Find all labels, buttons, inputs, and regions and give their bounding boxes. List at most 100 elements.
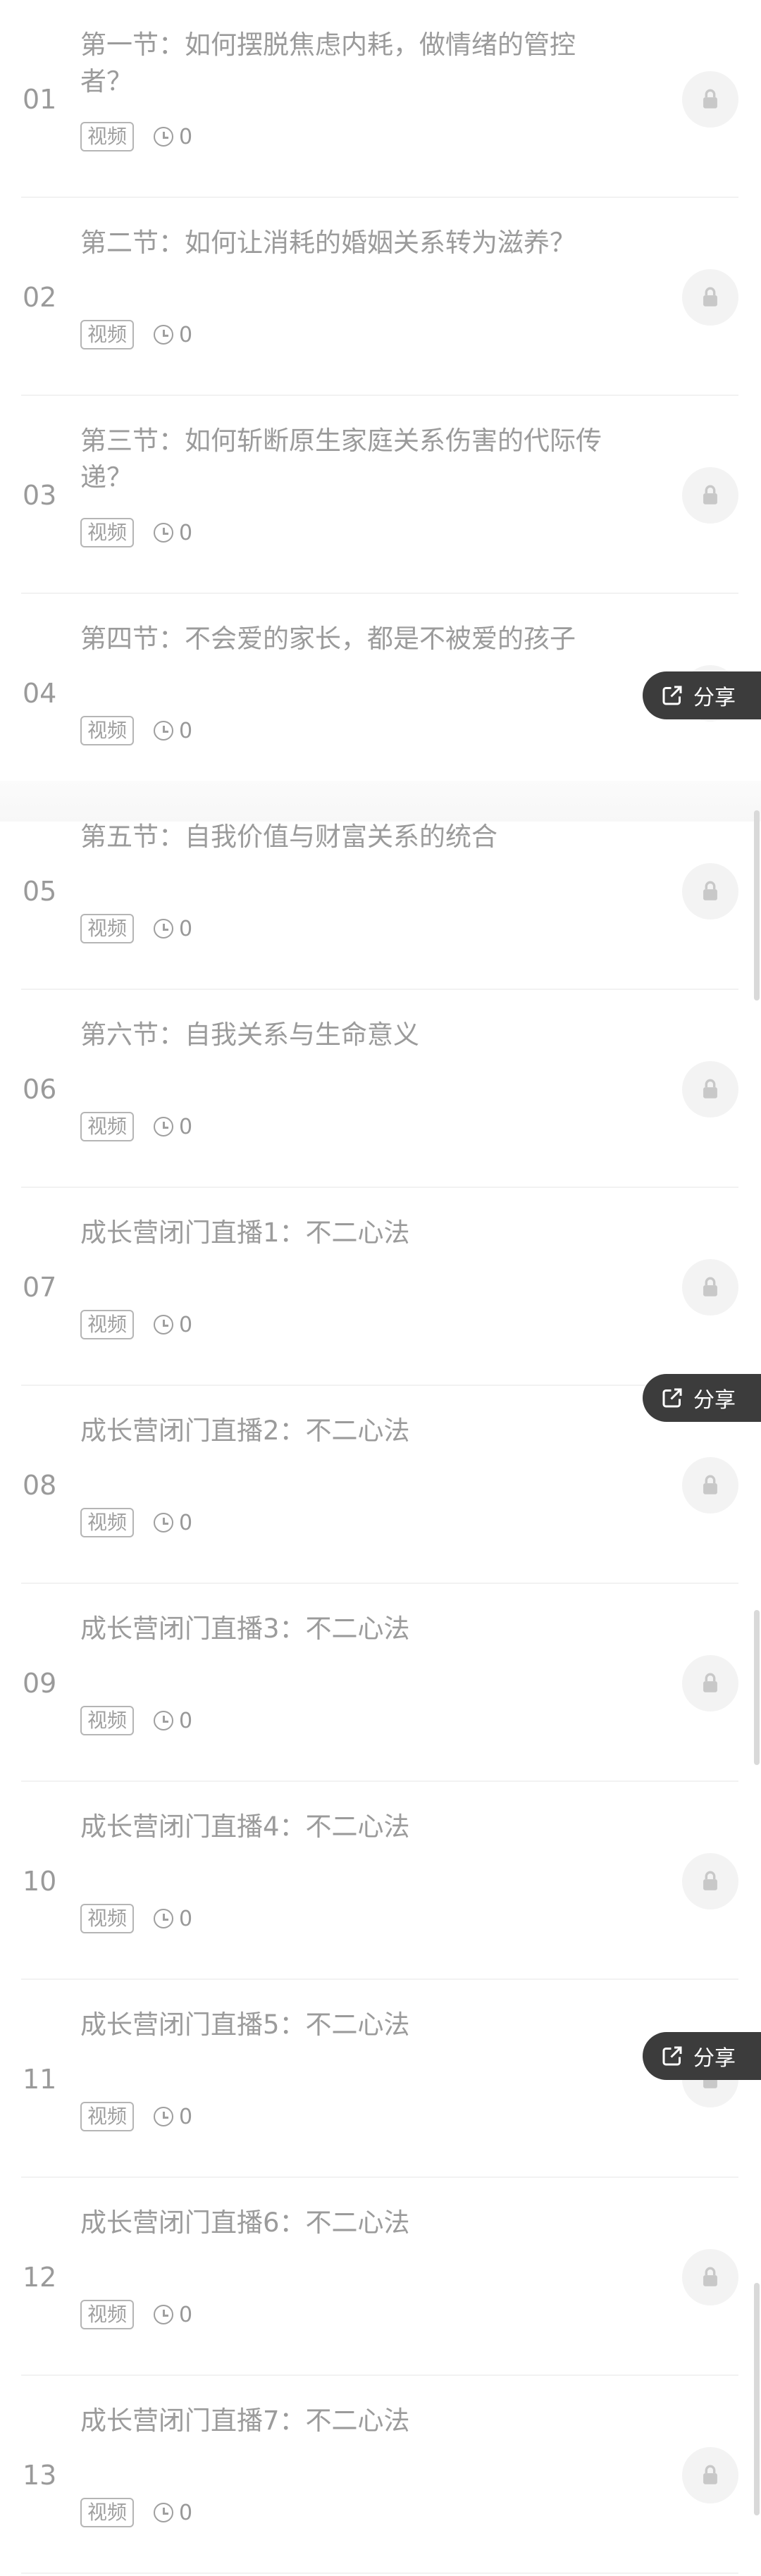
lock-button[interactable] [682, 2446, 738, 2503]
scrollbar[interactable] [754, 2283, 760, 2515]
lesson-row[interactable]: 12 成长营闭门直播6：不二心法 视频 0 [0, 2178, 761, 2376]
lesson-title: 成长营闭门直播7：不二心法 [80, 2405, 410, 2436]
lesson-number: 07 [23, 1271, 57, 1303]
lock-button[interactable] [682, 1456, 738, 1513]
lock-button[interactable] [682, 268, 738, 326]
lesson-number: 12 [23, 2261, 57, 2293]
lesson-meta: 视频 0 [80, 2300, 192, 2329]
scrollbar[interactable] [754, 1610, 760, 1765]
lesson-row[interactable]: 10 成长营闭门直播4：不二心法 视频 0 [0, 1782, 761, 1980]
lesson-title: 第四节：不会爱的家长，都是不被爱的孩子 [80, 624, 576, 654]
lock-icon [703, 89, 717, 109]
view-count-value: 0 [179, 1906, 193, 1931]
lesson-meta: 视频 0 [80, 2102, 192, 2131]
row-divider [21, 2572, 738, 2574]
video-badge: 视频 [80, 1706, 135, 1735]
view-count-value: 0 [179, 1708, 193, 1733]
lesson-number: 05 [23, 875, 57, 907]
video-badge: 视频 [80, 1112, 135, 1141]
lock-icon [703, 1079, 717, 1098]
video-badge: 视频 [80, 1310, 135, 1339]
view-count-value: 0 [179, 2500, 193, 2525]
lesson-title: 成长营闭门直播6：不二心法 [80, 2207, 410, 2238]
lock-button[interactable] [682, 1654, 738, 1711]
lock-button[interactable] [682, 2248, 738, 2305]
video-badge: 视频 [80, 2498, 135, 2527]
lesson-row[interactable]: 08 成长营闭门直播2：不二心法 视频 0 [0, 1386, 761, 1584]
lesson-title: 第五节：自我价值与财富关系的统合 [80, 822, 497, 852]
lock-button[interactable] [682, 862, 738, 919]
clock-icon [154, 1315, 174, 1335]
lock-button[interactable] [682, 466, 738, 524]
view-count: 0 [154, 719, 192, 743]
share-icon [662, 2046, 682, 2066]
lesson-title: 第六节：自我关系与生命意义 [80, 1020, 419, 1050]
view-count-value: 0 [179, 2302, 193, 2327]
lesson-meta: 视频 0 [80, 1112, 192, 1141]
lesson-row[interactable]: 03 第三节：如何斩断原生家庭关系伤害的代际传递？ 视频 0 [0, 396, 761, 594]
share-icon [662, 686, 682, 705]
view-count-value: 0 [179, 2104, 193, 2129]
lesson-row[interactable]: 11 成长营闭门直播5：不二心法 视频 0 [0, 1980, 761, 2178]
view-count: 0 [154, 2501, 192, 2525]
share-label: 分享 [693, 1388, 736, 1413]
lesson-number: 06 [23, 1073, 57, 1105]
lock-button[interactable] [682, 1258, 738, 1315]
video-badge: 视频 [80, 320, 135, 349]
lesson-number: 02 [23, 281, 57, 313]
video-badge: 视频 [80, 2300, 135, 2329]
lock-button[interactable] [682, 1060, 738, 1117]
lesson-number: 04 [23, 677, 57, 709]
lesson-title: 第一节：如何摆脱焦虑内耗，做情绪的管控者？ [80, 30, 576, 97]
share-button[interactable]: 分享 [643, 1374, 761, 1422]
clock-icon [154, 2503, 174, 2522]
lesson-number: 10 [23, 1865, 57, 1897]
video-badge: 视频 [80, 716, 135, 745]
video-badge: 视频 [80, 1904, 135, 1933]
clock-icon [154, 1513, 174, 1532]
view-count: 0 [154, 1511, 192, 1535]
lesson-title: 成长营闭门直播4：不二心法 [80, 1812, 410, 1842]
lesson-number: 09 [23, 1667, 57, 1699]
lesson-row[interactable]: 09 成长营闭门直播3：不二心法 视频 0 [0, 1584, 761, 1782]
view-count: 0 [154, 125, 192, 149]
lesson-title: 成长营闭门直播1：不二心法 [80, 1218, 410, 1248]
lock-icon [703, 1277, 717, 1296]
lesson-row[interactable]: 05 第五节：自我价值与财富关系的统合 视频 0 [0, 792, 761, 990]
lesson-row[interactable]: 01 第一节：如何摆脱焦虑内耗，做情绪的管控者？ 视频 0 [0, 0, 761, 198]
lock-icon [703, 485, 717, 504]
lesson-meta: 视频 0 [80, 122, 192, 151]
video-badge: 视频 [80, 122, 135, 151]
lock-button[interactable] [682, 70, 738, 128]
lesson-meta: 视频 0 [80, 1508, 192, 1537]
lesson-number: 11 [23, 2063, 57, 2095]
view-count-value: 0 [179, 718, 193, 743]
clock-icon [154, 919, 174, 939]
share-icon [662, 1388, 682, 1408]
lesson-number: 03 [23, 479, 57, 511]
lesson-title: 成长营闭门直播2：不二心法 [80, 1416, 410, 1446]
video-badge: 视频 [80, 2102, 135, 2131]
lesson-row[interactable]: 06 第六节：自我关系与生命意义 视频 0 [0, 990, 761, 1188]
clock-icon [154, 1117, 174, 1137]
lesson-number: 13 [23, 2459, 57, 2491]
lesson-title: 成长营闭门直播3：不二心法 [80, 1614, 410, 1644]
scrollbar[interactable] [754, 810, 760, 1001]
lock-button[interactable] [682, 1852, 738, 1909]
clock-icon [154, 721, 174, 741]
view-count: 0 [154, 2303, 192, 2327]
lesson-meta: 视频 0 [80, 1904, 192, 1933]
lesson-row[interactable]: 02 第二节：如何让消耗的婚姻关系转为滋养？ 视频 0 [0, 198, 761, 396]
share-button[interactable]: 分享 [643, 2032, 761, 2080]
share-button[interactable]: 分享 [643, 671, 761, 719]
lesson-meta: 视频 0 [80, 914, 192, 943]
screenshot-seam [0, 781, 761, 822]
lesson-meta: 视频 0 [80, 716, 192, 745]
lock-icon [703, 881, 717, 900]
lesson-title: 成长营闭门直播5：不二心法 [80, 2010, 410, 2040]
video-badge: 视频 [80, 518, 135, 547]
lesson-title: 第二节：如何让消耗的婚姻关系转为滋养？ [80, 228, 576, 258]
view-count-value: 0 [179, 1312, 193, 1337]
lesson-row[interactable]: 07 成长营闭门直播1：不二心法 视频 0 [0, 1188, 761, 1386]
lesson-row[interactable]: 13 成长营闭门直播7：不二心法 视频 0 [0, 2376, 761, 2574]
